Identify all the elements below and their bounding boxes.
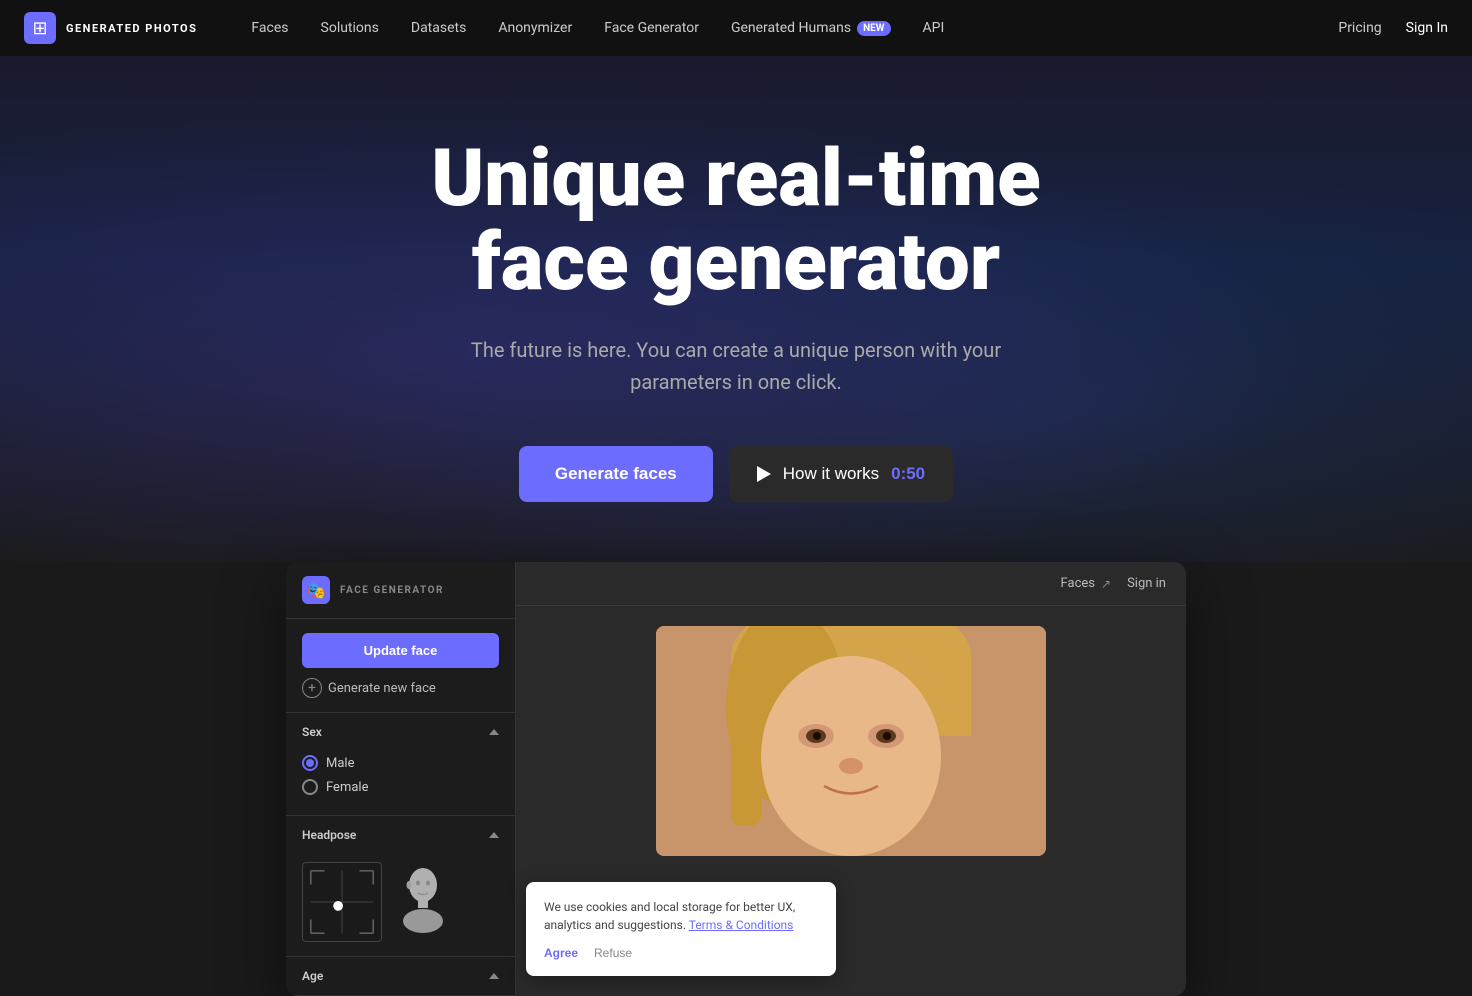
sex-section-header[interactable]: Sex — [286, 713, 515, 751]
preview-section: 🎭 FACE GENERATOR Update face + Generate … — [0, 562, 1472, 996]
age-section: Age — [286, 957, 515, 996]
cookie-terms-link[interactable]: Terms & Conditions — [689, 918, 794, 932]
sex-section: Sex Male Female — [286, 713, 515, 816]
cookie-banner: We use cookies and local storage for bet… — [526, 882, 836, 976]
sex-options: Male Female — [286, 751, 515, 815]
sex-label: Sex — [302, 725, 322, 739]
main-header: Faces ↗ Sign in — [516, 562, 1186, 606]
female-radio[interactable] — [302, 779, 318, 795]
sex-female-option[interactable]: Female — [302, 779, 499, 795]
generate-new-label: Generate new face — [328, 681, 436, 696]
nav-pricing[interactable]: Pricing — [1338, 20, 1381, 36]
nav-item-faces[interactable]: Faces — [237, 14, 302, 42]
nav-signin[interactable]: Sign In — [1406, 20, 1448, 36]
nav-item-anonymizer[interactable]: Anonymizer — [484, 14, 586, 42]
nav-item-solutions[interactable]: Solutions — [307, 14, 393, 42]
hero-buttons: Generate faces How it works 0:50 — [519, 446, 953, 502]
headpose-grid[interactable] — [302, 862, 382, 942]
nav-right: Pricing Sign In — [1338, 20, 1448, 36]
preview-card: 🎭 FACE GENERATOR Update face + Generate … — [286, 562, 1186, 996]
logo[interactable]: ⊞ GENERATED PHOTOS — [24, 12, 197, 44]
logo-icon: ⊞ — [24, 12, 56, 44]
cookie-text: We use cookies and local storage for bet… — [544, 898, 818, 934]
headpose-section: Headpose — [286, 816, 515, 957]
face-generator-sidebar: 🎭 FACE GENERATOR Update face + Generate … — [286, 562, 516, 996]
age-label: Age — [302, 969, 323, 983]
face-generator-icon: 🎭 — [302, 576, 330, 604]
hero-title: Unique real-time face generator — [386, 136, 1086, 304]
headpose-bust — [398, 862, 448, 942]
new-badge: New — [857, 21, 890, 36]
main-content: Faces ↗ Sign in — [516, 562, 1186, 996]
headpose-section-header[interactable]: Headpose — [286, 816, 515, 854]
sex-chevron-icon — [489, 729, 499, 735]
how-it-works-time: 0:50 — [891, 464, 925, 484]
play-icon — [757, 466, 771, 482]
male-radio[interactable] — [302, 755, 318, 771]
generate-faces-button[interactable]: Generate faces — [519, 446, 713, 502]
age-section-header[interactable]: Age — [286, 957, 515, 995]
navbar: ⊞ GENERATED PHOTOS Faces Solutions Datas… — [0, 0, 1472, 56]
headpose-chevron-icon — [489, 832, 499, 838]
update-face-area: Update face + Generate new face — [286, 619, 515, 713]
headpose-content — [286, 854, 515, 956]
main-signin-link[interactable]: Sign in — [1127, 576, 1166, 591]
nav-item-face-generator[interactable]: Face Generator — [590, 14, 713, 42]
nav-item-datasets[interactable]: Datasets — [397, 14, 480, 42]
face-image-inner — [656, 626, 1046, 856]
main-image-area: We use cookies and local storage for bet… — [516, 606, 1186, 996]
cookie-actions: Agree Refuse — [544, 946, 818, 960]
face-image — [656, 626, 1046, 856]
sidebar-header: 🎭 FACE GENERATOR — [286, 562, 515, 619]
nav-item-api[interactable]: API — [909, 14, 959, 42]
how-it-works-button[interactable]: How it works 0:50 — [729, 446, 953, 502]
faces-link-label: Faces — [1061, 576, 1095, 591]
plus-icon: + — [302, 678, 322, 698]
hero-section: Unique real-time face generator The futu… — [0, 56, 1472, 562]
how-it-works-label: How it works — [783, 464, 879, 484]
age-chevron-icon — [489, 973, 499, 979]
update-face-button[interactable]: Update face — [302, 633, 499, 668]
faces-link[interactable]: Faces ↗ — [1061, 576, 1112, 591]
nav-item-generated-humans[interactable]: Generated Humans New — [717, 14, 905, 42]
generate-new-face-button[interactable]: + Generate new face — [302, 678, 499, 698]
male-label: Male — [326, 756, 354, 771]
nav-links: Faces Solutions Datasets Anonymizer Face… — [237, 14, 1338, 42]
logo-text: GENERATED PHOTOS — [66, 22, 197, 35]
hero-subtitle: The future is here. You can create a uni… — [461, 334, 1011, 398]
headpose-label: Headpose — [302, 828, 356, 842]
sidebar-title: FACE GENERATOR — [340, 585, 444, 596]
female-label: Female — [326, 780, 368, 795]
cookie-agree-button[interactable]: Agree — [544, 946, 578, 960]
external-link-icon: ↗ — [1101, 577, 1111, 591]
sex-male-option[interactable]: Male — [302, 755, 499, 771]
cookie-refuse-button[interactable]: Refuse — [594, 946, 632, 960]
